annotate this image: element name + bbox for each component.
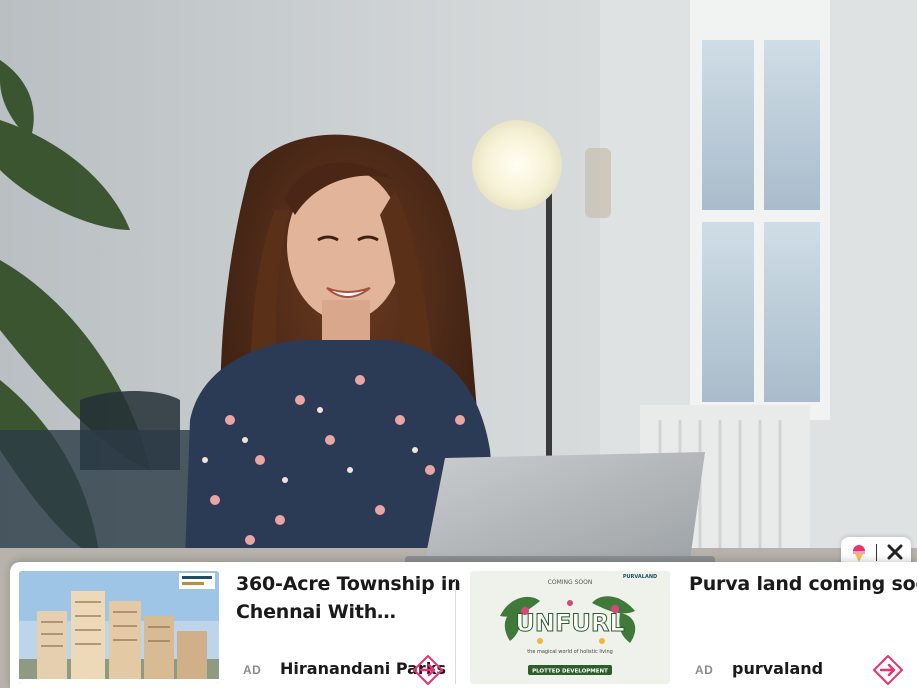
close-icon[interactable] bbox=[886, 543, 904, 561]
thumb-banner: PLOTTED DEVELOPMENT bbox=[532, 669, 608, 675]
ice-cream-logo-icon bbox=[853, 545, 865, 562]
ad-title[interactable]: 360-Acre Township in Chennai With… bbox=[236, 570, 466, 626]
ad-title[interactable]: Purva land coming soon to Gudavanchery bbox=[689, 570, 917, 598]
ad-label: AD bbox=[243, 663, 262, 677]
ad-thumbnail-township[interactable] bbox=[19, 571, 219, 684]
thumb-brand: PURVALAND bbox=[623, 574, 657, 580]
badge-separator bbox=[876, 544, 877, 561]
ad-card[interactable]: 360-Acre Township in Chennai With… AD Hi… bbox=[10, 562, 461, 688]
thumb-tagline: the magical world of holistic living bbox=[527, 649, 613, 655]
thumb-coming-soon: COMING SOON bbox=[548, 579, 593, 586]
ad-thumbnail-unfurl[interactable]: COMING SOON PURVALAND UNFURL the magical… bbox=[470, 571, 670, 684]
arrow-right-circle-icon[interactable] bbox=[872, 654, 904, 686]
ad-label: AD bbox=[695, 663, 714, 677]
thumb-headline: UNFURL bbox=[515, 609, 624, 637]
arrow-right-circle-icon[interactable] bbox=[412, 654, 444, 686]
ad-strip: 360-Acre Township in Chennai With… AD Hi… bbox=[10, 562, 917, 688]
ad-source[interactable]: purvaland bbox=[732, 659, 823, 678]
ad-card[interactable]: COMING SOON PURVALAND UNFURL the magical… bbox=[462, 562, 917, 688]
ad-divider bbox=[455, 580, 456, 684]
